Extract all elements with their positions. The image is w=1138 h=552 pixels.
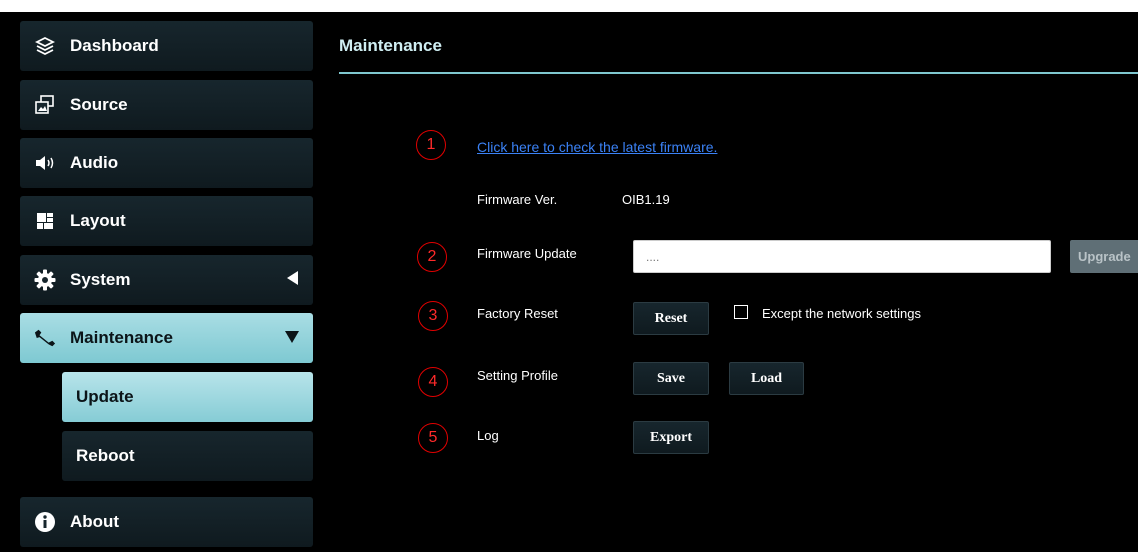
sidebar-item-label: About <box>70 512 120 531</box>
sidebar-item-label: Dashboard <box>70 36 159 55</box>
step-marker: 1 <box>416 130 446 160</box>
step-marker: 3 <box>418 301 448 331</box>
reset-button[interactable]: Reset <box>633 302 709 335</box>
sidebar-item-dashboard[interactable]: Dashboard <box>20 21 313 71</box>
sidebar-subitem-update[interactable]: Update <box>62 372 313 422</box>
sidebar-item-label: Source <box>70 95 128 114</box>
firmware-file-input[interactable] <box>633 240 1051 273</box>
caret-left-icon <box>287 270 299 290</box>
app-window: Dashboard Source Audio Layout System Mai… <box>0 12 1138 552</box>
sidebar-item-audio[interactable]: Audio <box>20 138 313 188</box>
info-icon <box>34 511 56 533</box>
upgrade-button[interactable]: Upgrade <box>1070 240 1138 273</box>
firmware-version-label: Firmware Ver. <box>477 192 558 207</box>
sidebar-subitem-reboot[interactable]: Reboot <box>62 431 313 481</box>
except-network-checkbox[interactable] <box>734 305 748 319</box>
save-button[interactable]: Save <box>633 362 709 395</box>
wrench-icon <box>34 327 56 349</box>
except-network-label: Except the network settings <box>762 306 921 321</box>
layers-icon <box>34 35 56 57</box>
source-icon <box>34 94 56 116</box>
setting-profile-label: Setting Profile <box>477 368 558 383</box>
check-firmware-link[interactable]: Click here to check the latest firmware. <box>477 139 717 155</box>
sidebar-item-label: Layout <box>70 211 126 230</box>
sidebar-item-label: System <box>70 270 131 289</box>
sidebar-item-label: Maintenance <box>70 328 173 347</box>
caret-down-icon <box>285 328 299 348</box>
gear-icon <box>34 269 56 291</box>
sidebar: Dashboard Source Audio Layout System Mai… <box>20 12 313 552</box>
page-title: Maintenance <box>339 36 442 55</box>
load-button[interactable]: Load <box>729 362 804 395</box>
log-label: Log <box>477 428 499 443</box>
sidebar-item-about[interactable]: About <box>20 497 313 547</box>
sidebar-item-maintenance[interactable]: Maintenance <box>20 313 313 363</box>
sidebar-item-source[interactable]: Source <box>20 80 313 130</box>
factory-reset-label: Factory Reset <box>477 306 558 321</box>
sidebar-item-label: Audio <box>70 153 119 172</box>
export-button[interactable]: Export <box>633 421 709 454</box>
sidebar-subitem-label: Update <box>76 387 134 406</box>
speaker-icon <box>34 152 56 174</box>
title-divider <box>339 72 1138 74</box>
sidebar-item-system[interactable]: System <box>20 255 313 305</box>
firmware-version-value: OIB1.19 <box>622 192 670 207</box>
firmware-update-label: Firmware Update <box>477 246 577 261</box>
sidebar-subitem-label: Reboot <box>76 446 135 465</box>
step-marker: 4 <box>418 367 448 397</box>
step-marker: 5 <box>418 423 448 453</box>
step-marker: 2 <box>417 242 447 272</box>
layout-grid-icon <box>34 210 56 232</box>
sidebar-item-layout[interactable]: Layout <box>20 196 313 246</box>
